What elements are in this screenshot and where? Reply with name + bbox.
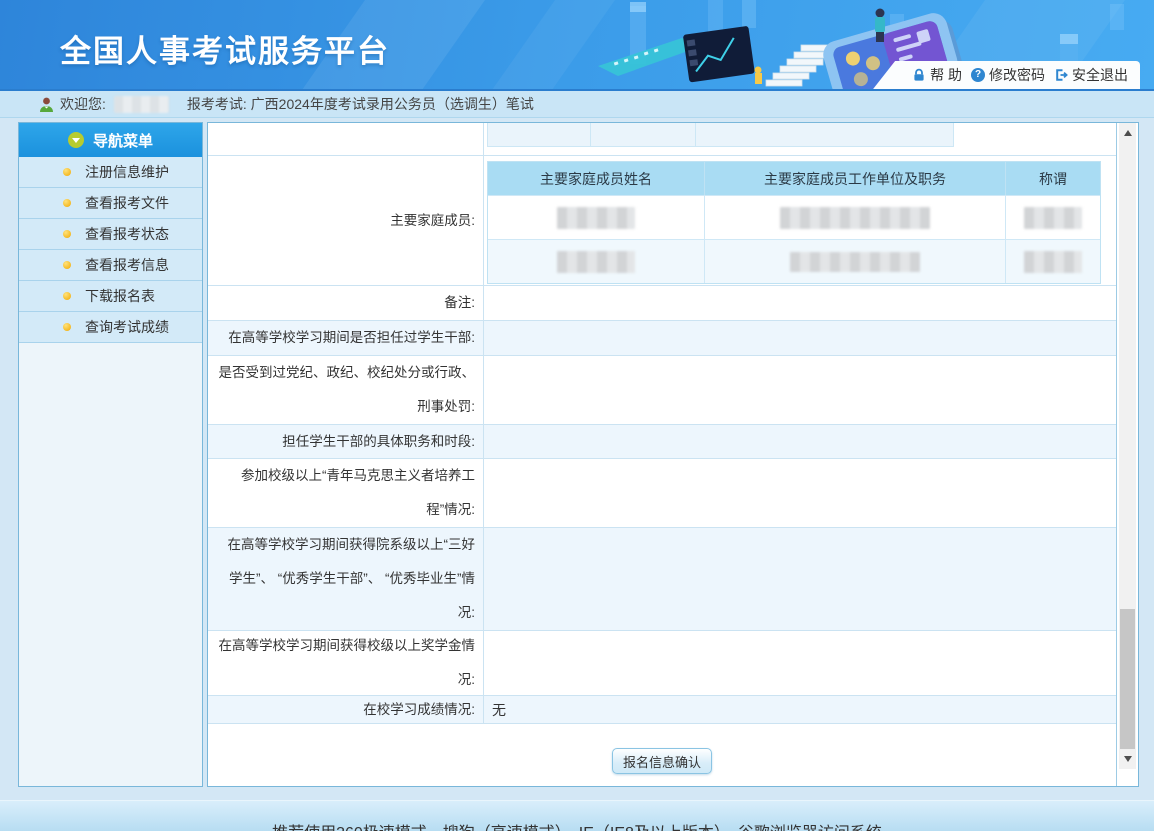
table-row-marxist-program: 参加校级以上“青年马克思主义者培养工程”情况:	[208, 459, 1116, 528]
sidebar-item-register-info[interactable]: 注册信息维护	[19, 157, 202, 188]
bullet-icon	[63, 323, 71, 331]
bullet-icon	[63, 261, 71, 269]
family-header-workunit: 主要家庭成员工作单位及职务	[705, 162, 1006, 195]
exam-info-text: 报考考试: 广西2024年度考试录用公务员（选调生）笔试	[187, 94, 534, 114]
username-redacted	[114, 96, 169, 113]
table-row-honors: 在高等学校学习期间获得院系级以上“三好学生”、 “优秀学生干部”、 “优秀毕业生…	[208, 528, 1116, 631]
redacted-workunit	[790, 252, 920, 272]
row-label: 在高等学校学习期间是否担任过学生干部:	[218, 321, 475, 355]
row-label: 备注:	[218, 286, 475, 320]
help-link[interactable]: 帮 助	[912, 65, 962, 85]
row-value: 无	[484, 696, 1116, 723]
row-label: 是否受到过党纪、政纪、校纪处分或行政、刑事处罚:	[218, 356, 475, 424]
redacted-relation	[1024, 251, 1082, 273]
family-members-table: 主要家庭成员姓名 主要家庭成员工作单位及职务 称谓	[487, 161, 1101, 284]
sidebar-title: 导航菜单	[93, 130, 153, 151]
sidebar-item-label: 查看报考信息	[85, 255, 169, 275]
row-value	[484, 528, 1116, 630]
row-value	[484, 459, 1116, 527]
help-label: 帮 助	[930, 65, 962, 85]
main-content-panel: 主要家庭成员: 主要家庭成员姓名 主要家庭成员工作单位及职务 称谓	[207, 122, 1139, 787]
sidebar: 导航菜单 注册信息维护 查看报考文件 查看报考状态 查看报考信息 下载报名表 查…	[18, 122, 203, 787]
partial-nested-table	[487, 123, 957, 147]
family-members-label: 主要家庭成员:	[218, 204, 475, 238]
table-row-family-members: 主要家庭成员: 主要家庭成员姓名 主要家庭成员工作单位及职务 称谓	[208, 156, 1116, 286]
family-table-row	[488, 239, 1100, 283]
question-icon	[971, 68, 985, 82]
lock-icon	[912, 68, 926, 82]
table-row-remarks: 备注:	[208, 286, 1116, 321]
bullet-icon	[63, 292, 71, 300]
redacted-name	[557, 251, 635, 273]
row-label: 在高等学校学习期间获得校级以上奖学金情况:	[218, 629, 475, 697]
row-value	[484, 631, 1116, 695]
table-row-cadre-position-period: 担任学生干部的具体职务和时段:	[208, 425, 1116, 459]
partial-cell	[696, 123, 954, 147]
sidebar-item-label: 查看报考文件	[85, 193, 169, 213]
confirm-registration-button[interactable]: 报名信息确认	[612, 748, 712, 774]
registration-info-table: 主要家庭成员: 主要家庭成员姓名 主要家庭成员工作单位及职务 称谓	[208, 123, 1117, 786]
collapse-circle-icon	[68, 132, 84, 148]
row-label-cell: 主要家庭成员:	[208, 156, 484, 285]
row-value-cell	[484, 123, 1116, 155]
sidebar-item-label: 下载报名表	[85, 286, 155, 306]
bullet-icon	[63, 230, 71, 238]
table-row-discipline-punishment: 是否受到过党纪、政纪、校纪处分或行政、刑事处罚:	[208, 356, 1116, 425]
page-title: 全国人事考试服务平台	[60, 26, 390, 71]
arrow-up-icon	[1124, 126, 1132, 136]
exit-icon	[1054, 68, 1068, 82]
welcome-label: 欢迎您:	[60, 94, 106, 114]
change-password-link[interactable]: 修改密码	[971, 65, 1045, 85]
sidebar-item-label: 注册信息维护	[85, 162, 169, 182]
table-row-scholarship: 在高等学校学习期间获得校级以上奖学金情况:	[208, 631, 1116, 696]
row-label: 参加校级以上“青年马克思主义者培养工程”情况:	[218, 459, 475, 527]
app-header: 全国人事考试服务平台 帮 助 修改密码 安全退出	[0, 0, 1154, 91]
sidebar-item-label: 查看报考状态	[85, 224, 169, 244]
bullet-icon	[63, 199, 71, 207]
family-header-name: 主要家庭成员姓名	[488, 162, 705, 195]
sidebar-item-view-exam-info[interactable]: 查看报考信息	[19, 250, 202, 281]
scrollbar-thumb[interactable]	[1120, 609, 1135, 749]
row-label: 在高等学校学习期间获得院系级以上“三好学生”、 “优秀学生干部”、 “优秀毕业生…	[218, 528, 475, 630]
redacted-relation	[1024, 207, 1082, 229]
header-links-bar: 帮 助 修改密码 安全退出	[873, 61, 1140, 89]
table-row-student-cadre: 在高等学校学习期间是否担任过学生干部:	[208, 321, 1116, 356]
logout-label: 安全退出	[1072, 65, 1128, 85]
sidebar-item-label: 查询考试成绩	[85, 317, 169, 337]
vertical-scrollbar[interactable]	[1119, 123, 1136, 769]
partial-cell	[488, 123, 591, 147]
browser-recommendation-text: 推荐使用360极速模式、搜狗（高速模式）、IE（IE8及以上版本）、谷歌浏览器访…	[272, 819, 882, 831]
family-table-header-row: 主要家庭成员姓名 主要家庭成员工作单位及职务 称谓	[488, 162, 1100, 195]
partial-cell	[591, 123, 696, 147]
scroll-up-arrow[interactable]	[1119, 125, 1136, 141]
family-table-row	[488, 195, 1100, 239]
redacted-workunit	[780, 207, 930, 229]
row-label: 担任学生干部的具体职务和时段:	[218, 425, 475, 459]
arrow-down-icon	[1124, 756, 1132, 766]
sidebar-nav-menu-header[interactable]: 导航菜单	[19, 123, 202, 157]
sidebar-item-view-exam-status[interactable]: 查看报考状态	[19, 219, 202, 250]
family-header-relation: 称谓	[1006, 162, 1100, 195]
table-row-academic-record: 在校学习成绩情况: 无	[208, 696, 1116, 724]
logout-link[interactable]: 安全退出	[1054, 65, 1128, 85]
page-footer: 推荐使用360极速模式、搜狗（高速模式）、IE（IE8及以上版本）、谷歌浏览器访…	[0, 800, 1154, 831]
table-row-partial	[208, 123, 1116, 156]
row-value	[484, 425, 1116, 458]
row-value	[484, 356, 1116, 424]
bullet-icon	[63, 168, 71, 176]
row-value	[484, 286, 1116, 320]
sidebar-item-view-exam-files[interactable]: 查看报考文件	[19, 188, 202, 219]
button-zone: 报名信息确认	[208, 724, 1116, 786]
welcome-bar: 欢迎您: 报考考试: 广西2024年度考试录用公务员（选调生）笔试	[0, 91, 1154, 118]
row-value-cell: 主要家庭成员姓名 主要家庭成员工作单位及职务 称谓	[484, 156, 1116, 285]
scroll-down-arrow[interactable]	[1119, 751, 1136, 767]
row-label-cell	[208, 123, 484, 155]
redacted-name	[557, 207, 635, 229]
user-avatar-icon	[38, 96, 55, 113]
row-value	[484, 321, 1116, 355]
sidebar-item-query-scores[interactable]: 查询考试成绩	[19, 312, 202, 343]
change-password-label: 修改密码	[989, 65, 1045, 85]
sidebar-item-download-form[interactable]: 下载报名表	[19, 281, 202, 312]
row-label: 在校学习成绩情况:	[218, 693, 475, 727]
